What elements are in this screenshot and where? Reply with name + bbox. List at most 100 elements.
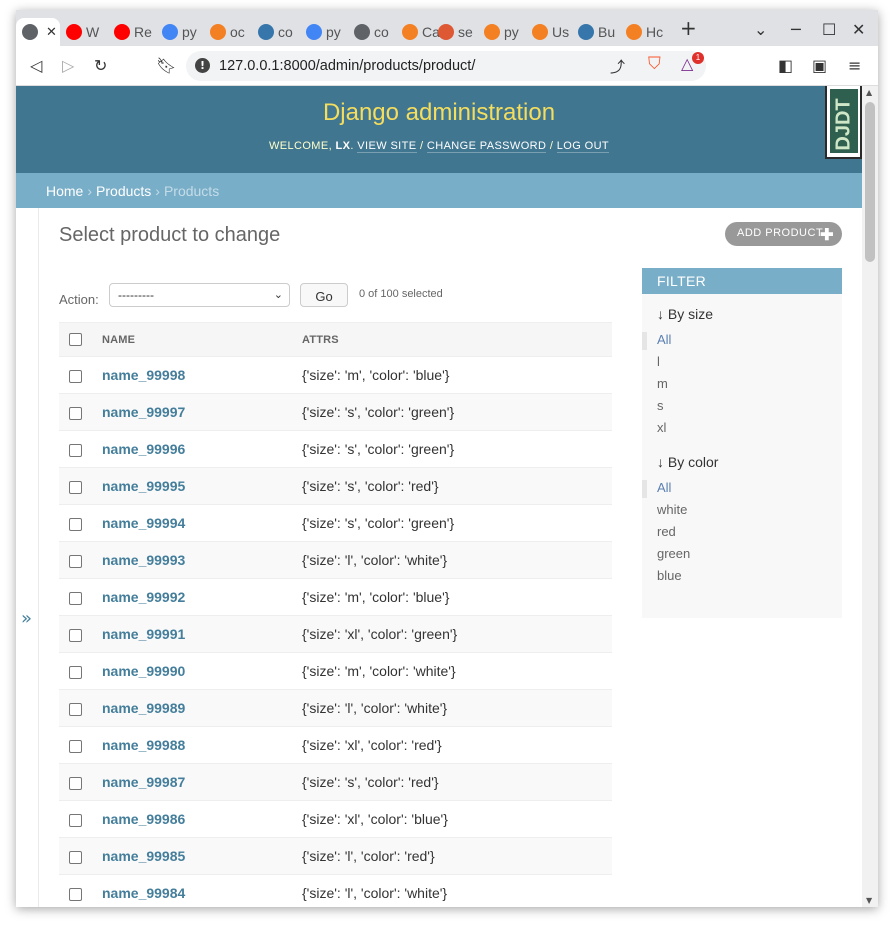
browser-tab[interactable]: Us [526,18,574,46]
selection-counter: 0 of 100 selected [359,288,443,300]
go-button[interactable]: Go [300,283,348,307]
view-site-link[interactable]: VIEW SITE [357,140,417,153]
name-cell: name_99989 [102,689,302,727]
product-name-link[interactable]: name_99992 [102,589,185,605]
row-checkbox[interactable] [69,776,82,790]
site-name[interactable]: Django administration [16,99,862,127]
breadcrumb-app[interactable]: Products [96,183,151,199]
row-checkbox[interactable] [69,591,82,605]
product-name-link[interactable]: name_99986 [102,811,185,827]
close-window-icon[interactable]: ✕ [852,20,865,39]
expand-sidebar-icon[interactable]: » [21,608,32,629]
row-checkbox[interactable] [69,480,82,494]
tab-list-chevron-icon[interactable]: ⌄ [754,20,767,39]
scroll-thumb[interactable] [865,102,875,262]
product-name-link[interactable]: name_99996 [102,441,185,457]
filter-option[interactable]: All [642,332,842,354]
filter-option[interactable]: blue [657,568,842,590]
browser-tab[interactable]: py [156,18,204,46]
browser-tab[interactable]: Re [108,18,156,46]
address-bar[interactable]: ! 127.0.0.1:8000/admin/products/product/… [186,51,706,81]
filter-option[interactable]: All [642,480,842,502]
row-checkbox[interactable] [69,443,82,457]
column-header-attrs[interactable]: ATTRS [302,322,612,357]
row-checkbox[interactable] [69,887,82,901]
browser-tab[interactable]: Hc [620,18,668,46]
browser-tab[interactable]: Bu [572,18,620,46]
product-name-link[interactable]: name_99985 [102,848,185,864]
new-tab-button[interactable]: + [680,16,697,40]
select-all-checkbox[interactable] [69,333,82,346]
url-text[interactable]: 127.0.0.1:8000/admin/products/product/ [219,58,475,74]
log-out-link[interactable]: LOG OUT [556,140,610,153]
breadcrumb-home[interactable]: Home [46,183,83,199]
browser-tab[interactable]: co [252,18,300,46]
add-product-button[interactable]: ADD PRODUCT ✚ [725,222,842,246]
product-name-link[interactable]: name_99998 [102,367,185,383]
row-checkbox-cell [59,689,102,727]
product-name-link[interactable]: name_99984 [102,885,185,901]
results-table: NAME ATTRS name_99998 {'size': 'm', 'colo… [59,322,612,907]
filter-option[interactable]: xl [657,420,842,442]
site-info-icon[interactable]: ! [195,58,210,73]
row-checkbox[interactable] [69,406,82,420]
page-scrollbar[interactable]: ▲ ▼ [862,86,878,907]
scroll-down-icon[interactable]: ▼ [866,896,872,905]
filter-option[interactable]: green [657,546,842,568]
product-name-link[interactable]: name_99991 [102,626,185,642]
filter-option[interactable]: s [657,398,842,420]
row-checkbox[interactable] [69,702,82,716]
sidebar-icon[interactable]: ◧ [778,56,793,75]
action-select[interactable]: --------- ⌄ [109,283,290,307]
bookmark-icon[interactable]: 🔖︎ [156,56,176,75]
product-name-link[interactable]: name_99988 [102,737,185,753]
row-checkbox[interactable] [69,554,82,568]
close-tab-icon[interactable]: ✕ [46,24,57,40]
column-header-name[interactable]: NAME [102,322,302,357]
filter-option[interactable]: l [657,354,842,376]
scroll-up-icon[interactable]: ▲ [866,88,872,97]
product-name-link[interactable]: name_99990 [102,663,185,679]
nav-sidebar-toggle[interactable]: » [16,208,39,907]
menu-icon[interactable]: ≡ [848,56,861,75]
change-password-link[interactable]: CHANGE PASSWORD [426,140,547,153]
browser-tab[interactable]: W [60,18,108,46]
share-icon[interactable]: ⤴ [610,56,625,77]
reload-icon[interactable]: ↻ [94,56,107,75]
browser-tab[interactable]: co [348,18,396,46]
filter-group-title: ↓ By color [657,454,719,470]
maximize-icon[interactable]: ☐ [822,20,836,39]
attrs-cell: {'size': 's', 'color': 'red'} [302,467,612,505]
browser-tab[interactable]: oc [204,18,252,46]
product-name-link[interactable]: name_99994 [102,515,185,531]
browser-tab[interactable]: py [300,18,348,46]
browser-tab[interactable]: ✕ [16,18,60,46]
product-name-link[interactable]: name_99987 [102,774,185,790]
row-checkbox[interactable] [69,813,82,827]
back-icon[interactable]: ◁ [30,56,42,75]
browser-tab[interactable]: py [478,18,526,46]
row-checkbox[interactable] [69,517,82,531]
minimize-icon[interactable]: ─ [791,20,801,39]
table-header-row: NAME ATTRS [59,322,612,357]
filter-option[interactable]: m [657,376,842,398]
row-checkbox[interactable] [69,628,82,642]
filter-option[interactable]: white [657,502,842,524]
browser-tab[interactable]: se [432,18,480,46]
product-name-link[interactable]: name_99995 [102,478,185,494]
wallet-icon[interactable]: ▣ [812,56,827,75]
action-label: Action: [59,292,99,307]
debug-toolbar-handle[interactable]: DJDT [825,86,862,159]
product-name-link[interactable]: name_99997 [102,404,185,420]
stackoverflow-icon [532,24,548,40]
row-checkbox[interactable] [69,665,82,679]
row-checkbox[interactable] [69,850,82,864]
product-name-link[interactable]: name_99993 [102,552,185,568]
filter-option[interactable]: red [657,524,842,546]
row-checkbox[interactable] [69,369,82,383]
product-name-link[interactable]: name_99989 [102,700,185,716]
row-checkbox[interactable] [69,739,82,753]
brave-shields-icon[interactable]: ⛉ [648,54,661,74]
tab-title: W [86,24,100,40]
forward-icon[interactable]: ▷ [62,56,74,75]
